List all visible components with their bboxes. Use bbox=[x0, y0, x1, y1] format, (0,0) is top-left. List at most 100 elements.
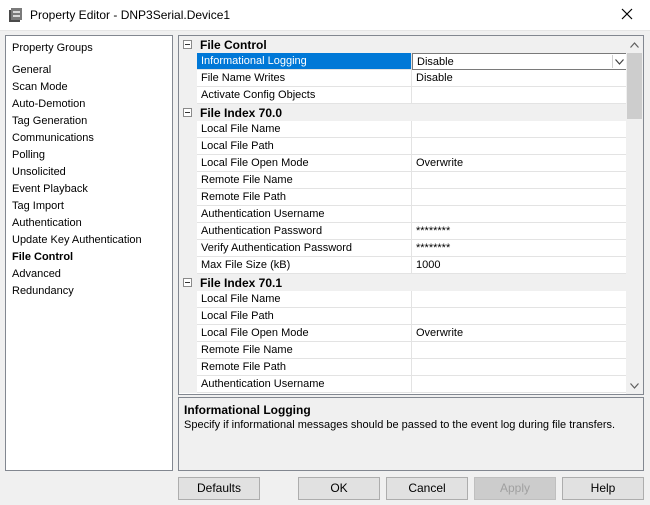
section-label: File Index 70.1 bbox=[200, 276, 283, 290]
property-group-item[interactable]: Auto-Demotion bbox=[12, 97, 142, 114]
property-name[interactable]: Authentication Username bbox=[197, 206, 412, 223]
property-name[interactable]: Authentication Password bbox=[197, 223, 412, 240]
property-groups-title: Property Groups bbox=[12, 42, 93, 54]
close-button[interactable] bbox=[604, 0, 650, 31]
grid-property-row[interactable]: Local File Name bbox=[179, 291, 627, 308]
grid-property-row[interactable]: Local File Path bbox=[179, 308, 627, 325]
property-value-text: ******** bbox=[416, 242, 451, 254]
property-group-item[interactable]: Advanced bbox=[12, 267, 142, 284]
grid-section-header[interactable]: File Control bbox=[179, 36, 627, 53]
property-name[interactable]: Max File Size (kB) bbox=[197, 257, 412, 274]
property-value[interactable]: Disable bbox=[412, 70, 627, 87]
grid-section-header[interactable]: File Index 70.1 bbox=[179, 274, 627, 291]
grid-property-row[interactable]: Local File Path bbox=[179, 138, 627, 155]
property-name[interactable]: Verify Authentication Password bbox=[197, 240, 412, 257]
property-name[interactable]: Local File Name bbox=[197, 291, 412, 308]
defaults-button[interactable]: Defaults bbox=[178, 477, 260, 500]
property-value[interactable] bbox=[412, 87, 627, 104]
property-value-text: 1000 bbox=[416, 259, 441, 271]
description-text: Specify if informational messages should… bbox=[184, 419, 616, 431]
property-value[interactable] bbox=[412, 291, 627, 308]
property-group-item[interactable]: Update Key Authentication bbox=[12, 233, 142, 250]
grid-property-row[interactable]: Authentication Username bbox=[179, 206, 627, 223]
property-value[interactable]: Overwrite bbox=[412, 325, 627, 342]
property-name[interactable]: Local File Path bbox=[197, 138, 412, 155]
property-name[interactable]: Authentication Username bbox=[197, 376, 412, 393]
property-name[interactable]: Local File Name bbox=[197, 121, 412, 138]
window-title: Property Editor - DNP3Serial.Device1 bbox=[30, 8, 231, 22]
cancel-button[interactable]: Cancel bbox=[386, 477, 468, 500]
grid-property-row[interactable]: Informational Logging Disable bbox=[179, 53, 627, 70]
property-value[interactable] bbox=[412, 206, 627, 223]
property-group-item[interactable]: General bbox=[12, 63, 142, 80]
scroll-down-icon[interactable] bbox=[626, 377, 643, 394]
grid-property-row[interactable]: Local File Open Mode Overwrite bbox=[179, 155, 627, 172]
property-group-item[interactable]: File Control bbox=[12, 250, 142, 267]
property-value[interactable] bbox=[412, 172, 627, 189]
property-value[interactable] bbox=[412, 376, 627, 393]
property-group-item[interactable]: Scan Mode bbox=[12, 80, 142, 97]
section-label: File Control bbox=[200, 38, 267, 52]
property-groups-list: General Scan Mode Auto-Demotion Tag Generat… bbox=[12, 63, 142, 301]
property-value[interactable] bbox=[412, 359, 627, 376]
property-value[interactable] bbox=[412, 308, 627, 325]
property-grid-rows: File Control Informational Logging Disable… bbox=[179, 36, 627, 393]
description-title: Informational Logging bbox=[184, 403, 311, 417]
ok-button[interactable]: OK bbox=[298, 477, 380, 500]
property-groups-panel: Property Groups General Scan Mode Auto-Dem… bbox=[5, 35, 173, 471]
property-name[interactable]: Remote File Name bbox=[197, 172, 412, 189]
property-name[interactable]: Local File Path bbox=[197, 308, 412, 325]
property-name[interactable]: Informational Logging bbox=[197, 53, 412, 70]
property-value-text: Disable bbox=[417, 56, 454, 68]
property-group-item[interactable]: Polling bbox=[12, 148, 142, 165]
scroll-up-icon[interactable] bbox=[626, 36, 643, 53]
collapse-toggle-icon[interactable] bbox=[183, 278, 192, 287]
property-group-item[interactable]: Event Playback bbox=[12, 182, 142, 199]
property-name[interactable]: Remote File Path bbox=[197, 359, 412, 376]
property-name[interactable]: Local File Open Mode bbox=[197, 325, 412, 342]
grid-property-row[interactable]: Authentication Password ******** bbox=[179, 223, 627, 240]
property-name[interactable]: Local File Open Mode bbox=[197, 155, 412, 172]
property-value-dropdown[interactable]: Disable bbox=[412, 53, 627, 70]
property-name[interactable]: Activate Config Objects bbox=[197, 87, 412, 104]
grid-property-row[interactable]: Remote File Name bbox=[179, 172, 627, 189]
property-value[interactable]: 1000 bbox=[412, 257, 627, 274]
grid-property-row[interactable]: Authentication Username bbox=[179, 376, 627, 393]
grid-property-row[interactable]: Activate Config Objects bbox=[179, 87, 627, 104]
title-bar: Property Editor - DNP3Serial.Device1 bbox=[0, 0, 650, 31]
property-value[interactable] bbox=[412, 342, 627, 359]
vertical-scrollbar[interactable] bbox=[626, 36, 643, 394]
property-name[interactable]: File Name Writes bbox=[197, 70, 412, 87]
help-button[interactable]: Help bbox=[562, 477, 644, 500]
property-value[interactable] bbox=[412, 189, 627, 206]
property-group-item[interactable]: Tag Generation bbox=[12, 114, 142, 131]
grid-property-row[interactable]: Verify Authentication Password ******** bbox=[179, 240, 627, 257]
close-icon bbox=[621, 8, 633, 23]
grid-property-row[interactable]: Max File Size (kB) 1000 bbox=[179, 257, 627, 274]
property-group-item[interactable]: Communications bbox=[12, 131, 142, 148]
property-group-item[interactable]: Redundancy bbox=[12, 284, 142, 301]
property-value[interactable] bbox=[412, 138, 627, 155]
property-name[interactable]: Remote File Name bbox=[197, 342, 412, 359]
grid-property-row[interactable]: Remote File Path bbox=[179, 359, 627, 376]
property-value[interactable] bbox=[412, 121, 627, 138]
section-label: File Index 70.0 bbox=[200, 106, 283, 120]
property-group-item[interactable]: Tag Import bbox=[12, 199, 142, 216]
collapse-toggle-icon[interactable] bbox=[183, 108, 192, 117]
apply-button[interactable]: Apply bbox=[474, 477, 556, 500]
property-value[interactable]: ******** bbox=[412, 223, 627, 240]
grid-property-row[interactable]: Remote File Name bbox=[179, 342, 627, 359]
grid-property-row[interactable]: Remote File Path bbox=[179, 189, 627, 206]
property-name[interactable]: Remote File Path bbox=[197, 189, 412, 206]
collapse-toggle-icon[interactable] bbox=[183, 40, 192, 49]
grid-property-row[interactable]: Local File Open Mode Overwrite bbox=[179, 325, 627, 342]
grid-property-row[interactable]: Local File Name bbox=[179, 121, 627, 138]
property-value[interactable]: Overwrite bbox=[412, 155, 627, 172]
grid-property-row[interactable]: File Name Writes Disable bbox=[179, 70, 627, 87]
chevron-down-icon[interactable] bbox=[612, 55, 625, 68]
property-group-item[interactable]: Authentication bbox=[12, 216, 142, 233]
property-value[interactable]: ******** bbox=[412, 240, 627, 257]
property-group-item[interactable]: Unsolicited bbox=[12, 165, 142, 182]
grid-section-header[interactable]: File Index 70.0 bbox=[179, 104, 627, 121]
scrollbar-thumb[interactable] bbox=[627, 53, 642, 119]
